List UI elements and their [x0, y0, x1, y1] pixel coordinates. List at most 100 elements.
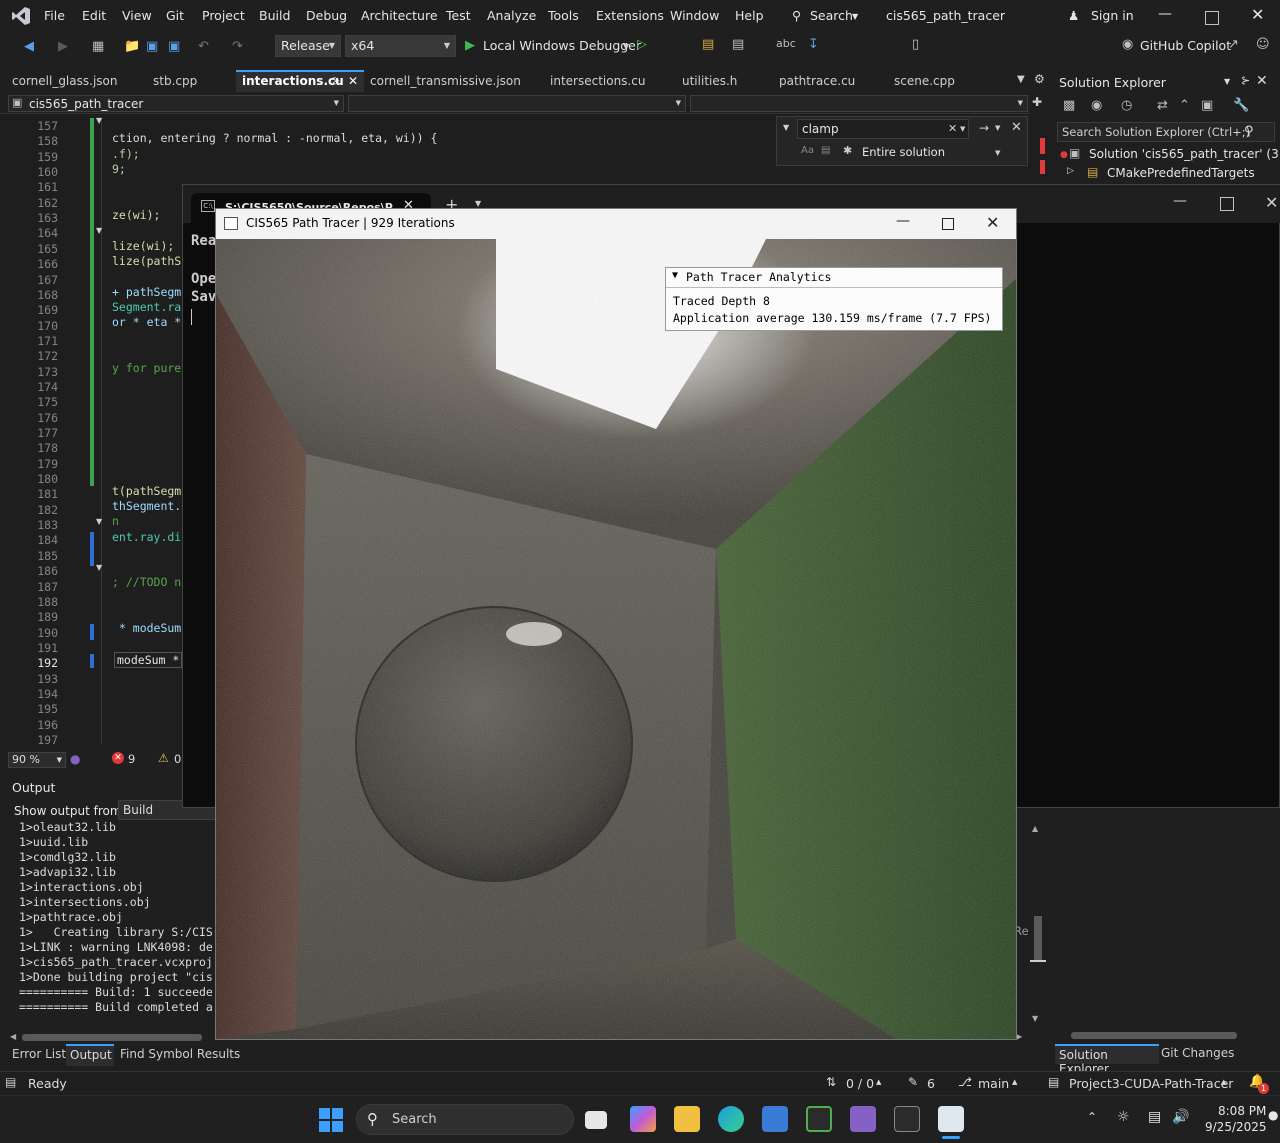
battery-icon[interactable]: ▤ — [1148, 1109, 1161, 1125]
commit-counts[interactable]: 0 / 0 — [846, 1076, 874, 1091]
clear-icon[interactable]: ✕ — [948, 122, 957, 135]
intellicode-icon[interactable]: ● — [70, 752, 80, 766]
file-explorer-icon[interactable] — [674, 1106, 700, 1132]
clock-time[interactable]: 8:08 PM — [1218, 1104, 1266, 1118]
scroll-thumb[interactable] — [22, 1034, 202, 1041]
volume-icon[interactable]: 🔊 — [1172, 1109, 1189, 1125]
tab-error-list[interactable]: Error List — [12, 1047, 66, 1061]
branch-name[interactable]: main — [978, 1076, 1009, 1091]
scroll-down-icon[interactable]: ▼ — [1032, 1014, 1038, 1023]
chevron-up-icon[interactable]: ▲ — [1221, 1078, 1226, 1086]
find-next-icon[interactable]: → — [979, 121, 989, 135]
gear-icon[interactable]: ⚙ — [1034, 72, 1045, 86]
tab-cornell-transmissive[interactable]: cornell_transmissive.json — [364, 70, 542, 92]
split-icon[interactable]: ✚ — [1032, 95, 1042, 109]
close-icon[interactable]: ✕ — [986, 213, 999, 232]
chevron-up-icon[interactable]: ▲ — [876, 1078, 881, 1086]
error-icon[interactable]: ✕ — [112, 752, 124, 764]
sign-in-button[interactable]: Sign in — [1091, 8, 1134, 23]
step-icon[interactable]: ↧ — [808, 37, 819, 52]
visual-studio-icon[interactable] — [850, 1106, 876, 1132]
forward-icon[interactable]: ▶ — [58, 38, 68, 56]
layout-icon[interactable]: ▤ — [732, 37, 744, 52]
configuration-dropdown[interactable]: Release ▼ — [275, 35, 341, 57]
chevron-down-icon[interactable]: ▼ — [960, 125, 965, 133]
chevron-down-icon[interactable]: ▼ — [783, 123, 789, 132]
sync-icon[interactable]: ⇄ — [1157, 98, 1168, 113]
menu-tools[interactable]: Tools — [548, 8, 579, 23]
save-all-icon[interactable]: ▣ — [168, 38, 180, 56]
scope-dropdown[interactable]: ▼ — [348, 95, 686, 112]
chevron-down-icon[interactable]: ▼ — [995, 149, 1000, 157]
search-button[interactable]: Search — [810, 8, 853, 23]
wrench-icon[interactable]: 🔧 — [1233, 98, 1249, 113]
expand-icon[interactable]: ▷ — [1067, 166, 1074, 176]
tab-pathtrace[interactable]: pathtrace.cu — [773, 70, 885, 92]
menu-help[interactable]: Help — [735, 8, 764, 23]
branch-icon[interactable]: ⎇ — [958, 1075, 972, 1089]
folder-icon[interactable]: ▤ — [702, 37, 714, 52]
show-all-icon[interactable]: ▣ — [1201, 98, 1213, 113]
start-debugging-icon[interactable]: ▶ — [465, 38, 475, 53]
menu-test[interactable]: Test — [446, 8, 471, 23]
collapse-icon[interactable]: ▼ — [96, 517, 102, 526]
platform-dropdown[interactable]: x64 ▼ — [345, 35, 456, 57]
menu-edit[interactable]: Edit — [82, 8, 106, 23]
save-icon[interactable]: ▣ — [146, 38, 158, 56]
collapse-icon[interactable]: ▼ — [96, 563, 102, 572]
match-case-icon[interactable]: Aa — [801, 145, 814, 156]
m365-icon[interactable] — [630, 1106, 656, 1132]
menu-window[interactable]: Window — [670, 8, 719, 23]
share-icon[interactable]: ↗ — [1228, 37, 1239, 52]
pin-icon[interactable]: ⊱ — [1241, 74, 1250, 87]
warning-count[interactable]: 0 — [174, 752, 181, 766]
app-installer-icon[interactable] — [806, 1106, 832, 1132]
search-scope[interactable]: Entire solution — [862, 145, 945, 159]
start-without-debugging-icon[interactable]: ▷ — [637, 37, 647, 52]
se-horizontal-scrollbar[interactable] — [1059, 1030, 1263, 1040]
search-icon[interactable]: ⚲ — [1244, 124, 1254, 139]
windows-start-icon[interactable] — [319, 1108, 343, 1132]
analytics-panel[interactable]: ▼ Path Tracer Analytics Traced Depth 8 A… — [665, 267, 1003, 331]
scroll-thumb[interactable] — [1071, 1032, 1237, 1039]
menu-view[interactable]: View — [122, 8, 152, 23]
member-dropdown[interactable]: ▼ — [690, 95, 1028, 112]
menu-project[interactable]: Project — [202, 8, 245, 23]
task-view-icon[interactable] — [585, 1111, 607, 1129]
start-debugging-button[interactable]: Local Windows Debugger — [483, 38, 641, 53]
regex-icon[interactable]: ✱ — [843, 144, 852, 157]
output-scrollbar[interactable]: ▲ ▼ — [1030, 824, 1046, 1024]
history-icon[interactable]: ◷ — [1121, 98, 1132, 113]
pending-edits[interactable]: 6 — [927, 1076, 935, 1091]
error-count[interactable]: 9 — [128, 752, 135, 766]
spellcheck-icon[interactable]: abc — [776, 37, 796, 50]
undo-icon[interactable]: ↶ — [198, 38, 209, 56]
render-viewport[interactable]: ▼ Path Tracer Analytics Traced Depth 8 A… — [216, 239, 1016, 1039]
minimize-icon[interactable]: — — [1158, 6, 1172, 22]
pin-icon[interactable]: ⊱ — [332, 72, 340, 91]
chevron-up-icon[interactable]: ⌃ — [1087, 1110, 1097, 1124]
solution-search-input[interactable]: Search Solution Explorer (Ctrl+;) ⚲ — [1057, 122, 1275, 142]
minimize-icon[interactable]: — — [1173, 193, 1187, 209]
close-find-icon[interactable]: ✕ — [1011, 120, 1022, 135]
zoom-dropdown[interactable]: 90 % ▼ — [8, 752, 66, 768]
chevron-up-icon[interactable]: ▲ — [1012, 1078, 1017, 1086]
feedback-icon[interactable]: ☺ — [1256, 37, 1270, 52]
tab-find-symbol-results[interactable]: Find Symbol Results — [120, 1047, 240, 1061]
minimize-icon[interactable]: — — [896, 213, 910, 229]
notification-center-icon[interactable]: ● — [1268, 1108, 1278, 1122]
edge-icon[interactable] — [718, 1106, 744, 1132]
chevron-down-icon[interactable]: ▼ — [1224, 77, 1230, 86]
tab-stb[interactable]: stb.cpp — [147, 70, 235, 92]
scroll-left-icon[interactable]: ◀ — [10, 1032, 16, 1041]
store-icon[interactable] — [762, 1106, 788, 1132]
taskbar-search[interactable]: ⚲ Search — [356, 1104, 574, 1135]
tab-list-icon[interactable]: ▼ — [1017, 74, 1025, 85]
panel-header[interactable]: ▼ Path Tracer Analytics — [666, 268, 1002, 288]
copilot-button[interactable]: GitHub Copilot — [1140, 38, 1231, 53]
tab-scene[interactable]: scene.cpp — [888, 70, 1010, 92]
folder-tree-item[interactable]: CMakePredefinedTargets — [1107, 166, 1255, 180]
tab-solution-explorer[interactable]: Solution Explorer — [1055, 1044, 1159, 1076]
menu-git[interactable]: Git — [166, 8, 184, 23]
restore-icon[interactable] — [1205, 11, 1219, 25]
